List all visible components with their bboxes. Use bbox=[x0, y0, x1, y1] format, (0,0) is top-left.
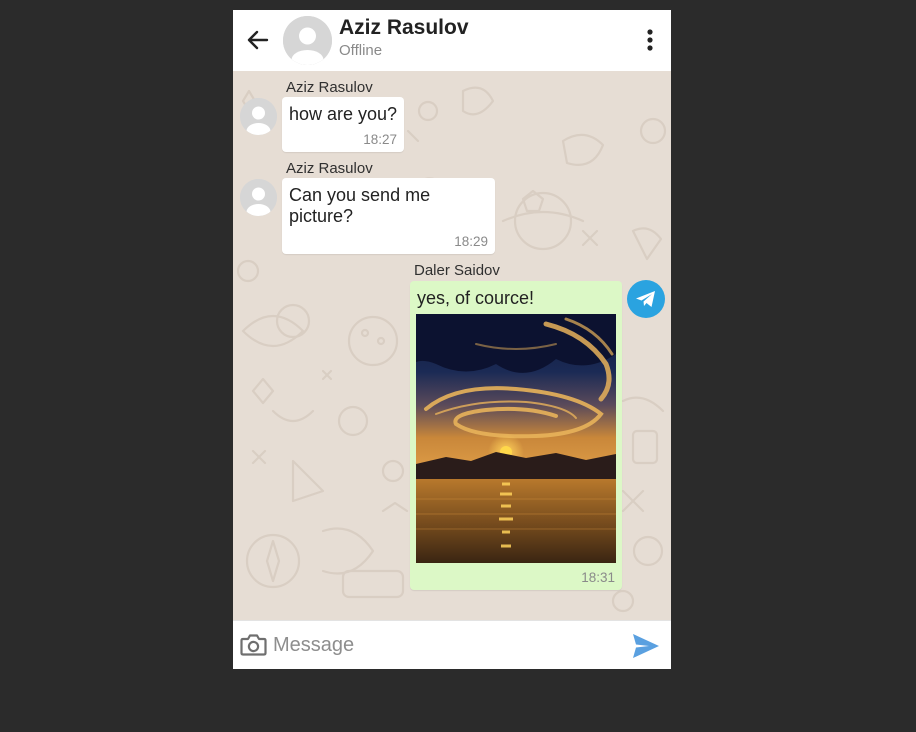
message-time: 18:31 bbox=[581, 570, 615, 585]
message-sender: Aziz Rasulov bbox=[286, 160, 373, 177]
message-list[interactable]: Aziz Rasulov how are you? 18:27 Aziz Ras… bbox=[233, 71, 671, 620]
message-bubble[interactable]: how are you? 18:27 bbox=[282, 97, 404, 152]
message-text: yes, of cource! bbox=[417, 288, 535, 308]
message-time: 18:29 bbox=[454, 234, 488, 249]
default-avatar-icon bbox=[240, 98, 277, 135]
contact-status: Offline bbox=[339, 42, 383, 59]
message-input[interactable] bbox=[273, 630, 623, 660]
contact-name: Aziz Rasulov bbox=[339, 16, 469, 39]
sender-avatar[interactable] bbox=[240, 98, 277, 135]
message-time: 18:27 bbox=[363, 132, 397, 147]
message-bubble[interactable]: yes, of cource! 18:31 bbox=[410, 281, 622, 590]
paper-plane-glyph bbox=[636, 291, 655, 307]
kebab-menu-icon[interactable] bbox=[640, 27, 660, 53]
default-avatar-icon bbox=[283, 16, 332, 65]
message-sender: Aziz Rasulov bbox=[286, 79, 373, 96]
chat-header: Aziz Rasulov Offline bbox=[233, 10, 671, 72]
telegram-icon[interactable] bbox=[627, 280, 665, 318]
message-text: Can you send me picture? bbox=[289, 185, 431, 226]
contact-avatar[interactable] bbox=[283, 16, 332, 65]
sunset-photo[interactable] bbox=[416, 314, 616, 563]
sender-avatar[interactable] bbox=[240, 179, 277, 216]
message-bubble[interactable]: Can you send me picture? 18:29 bbox=[282, 178, 495, 254]
camera-icon[interactable] bbox=[240, 632, 267, 657]
message-sender: Daler Saidov bbox=[414, 262, 500, 279]
chat-window: Aziz Rasulov Offline Aziz Rasulov how ar… bbox=[233, 10, 671, 669]
send-icon[interactable] bbox=[631, 632, 661, 660]
default-avatar-icon bbox=[240, 179, 277, 216]
sunset-image bbox=[416, 314, 616, 563]
message-text: how are you? bbox=[289, 104, 398, 124]
back-arrow-icon[interactable] bbox=[245, 27, 271, 53]
message-composer bbox=[233, 620, 671, 669]
